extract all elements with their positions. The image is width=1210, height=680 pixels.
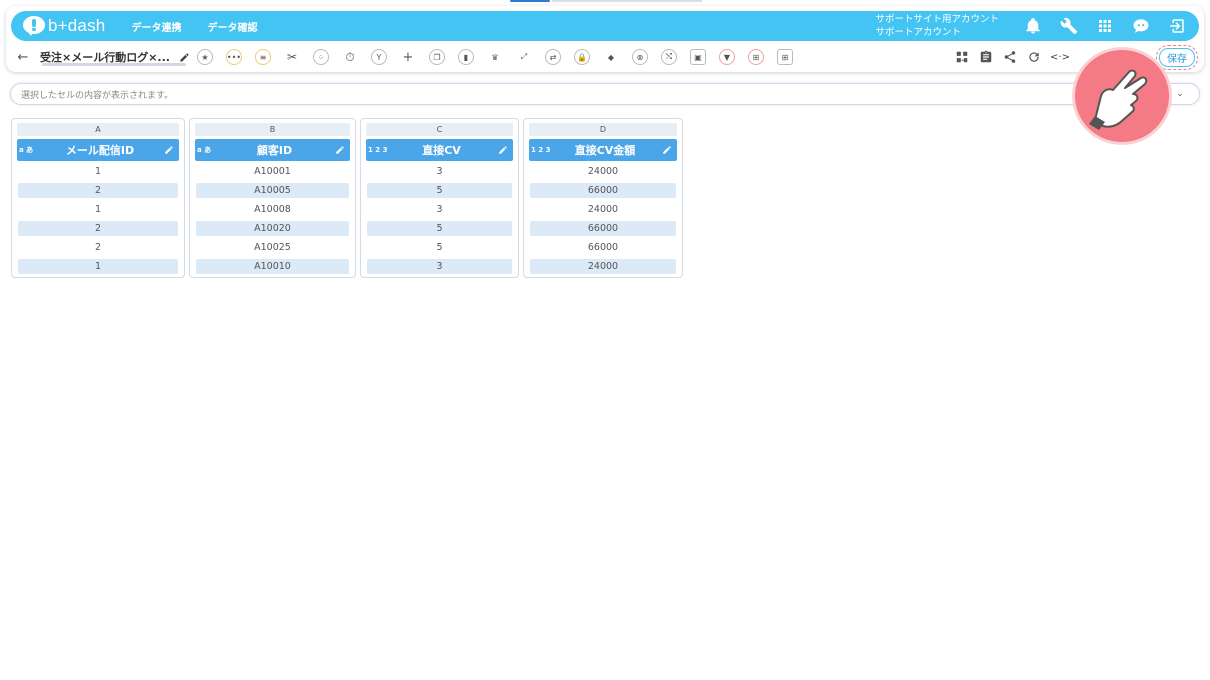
title-underline xyxy=(42,63,186,66)
bell-icon[interactable] xyxy=(1019,14,1047,38)
account-info[interactable]: サポートサイト用アカウント サポートアカウント xyxy=(875,13,999,39)
refresh-icon[interactable] xyxy=(1026,49,1042,65)
more-icon[interactable]: ••• xyxy=(226,49,242,65)
delete-icon[interactable]: ▮ xyxy=(458,49,474,65)
merge-icon[interactable]: ⁘ xyxy=(313,49,329,65)
back-button[interactable]: ← xyxy=(12,50,34,65)
table-cell[interactable]: A10005 xyxy=(196,183,349,198)
column-name: 直接CV xyxy=(422,144,461,157)
column-header[interactable]: 1 2 3 直接CV xyxy=(366,139,513,161)
column-header[interactable]: a あ 顧客ID xyxy=(195,139,350,161)
table-cell[interactable]: 3 xyxy=(367,259,512,274)
account-line-2: サポートアカウント xyxy=(875,27,961,38)
column-card-b[interactable]: B a あ 顧客ID A10001 A10005 A10008 A10020 A… xyxy=(189,118,356,278)
account-line-1: サポートサイト用アカウント xyxy=(875,14,999,25)
column-letter[interactable]: D xyxy=(529,123,677,136)
code-icon[interactable]: <·> xyxy=(1050,49,1070,65)
table-cell[interactable]: A10001 xyxy=(196,164,349,179)
scissors-icon[interactable]: ✂ xyxy=(284,49,300,65)
pivot-icon[interactable]: ⊞ xyxy=(748,49,764,65)
column-name: 顧客ID xyxy=(256,144,293,157)
chevron-down-icon[interactable]: ⌄ xyxy=(1173,89,1187,99)
edit-column-icon[interactable] xyxy=(495,145,511,155)
text-type-icon: a あ xyxy=(197,146,212,154)
share-icon[interactable] xyxy=(1002,49,1018,65)
table-cell[interactable]: 2 xyxy=(18,221,178,236)
edit-column-icon[interactable] xyxy=(161,145,177,155)
table-cell[interactable]: 1 xyxy=(18,164,178,179)
filter-lines-icon[interactable]: ≡ xyxy=(255,49,271,65)
edit-column-icon[interactable] xyxy=(659,145,675,155)
table-cell[interactable]: 1 xyxy=(18,259,178,274)
logout-icon[interactable] xyxy=(1163,14,1191,38)
crown-icon[interactable]: ♛ xyxy=(487,49,503,65)
number-type-icon: 1 2 3 xyxy=(531,146,551,154)
table-cell[interactable]: 3 xyxy=(367,164,512,179)
star-icon[interactable]: ★ xyxy=(197,49,213,65)
column-name: 直接CV金額 xyxy=(574,144,636,157)
table-cell[interactable]: 3 xyxy=(367,202,512,217)
table-cell[interactable]: 1 xyxy=(18,202,178,217)
copy-icon[interactable]: ❐ xyxy=(429,49,445,65)
column-card-a[interactable]: A a あ メール配信ID 1 2 1 2 2 1 xyxy=(11,118,185,278)
chat-icon[interactable] xyxy=(1127,14,1155,38)
table-cell[interactable]: 2 xyxy=(18,183,178,198)
column-header[interactable]: 1 2 3 直接CV金額 xyxy=(529,139,677,161)
number-type-icon: 1 2 3 xyxy=(368,146,388,154)
apps-grid-icon[interactable] xyxy=(1091,14,1119,38)
add-icon[interactable]: + xyxy=(400,49,416,65)
nav-data-check[interactable]: データ確認 xyxy=(207,19,257,34)
table-cell[interactable]: A10008 xyxy=(196,202,349,217)
cube-icon[interactable]: ◆ xyxy=(603,49,619,65)
table-cell[interactable]: 66000 xyxy=(530,183,676,198)
column-header[interactable]: a あ メール配信ID xyxy=(17,139,179,161)
table-cell[interactable]: 66000 xyxy=(530,221,676,236)
brand-logo[interactable]: b+dash xyxy=(23,16,105,36)
table-icon[interactable]: ⊞ xyxy=(777,49,793,65)
expand-icon[interactable]: ⤢ xyxy=(516,49,532,65)
column-card-c[interactable]: C 1 2 3 直接CV 3 5 3 5 5 3 xyxy=(360,118,519,278)
table-cell[interactable]: A10010 xyxy=(196,259,349,274)
logo-icon xyxy=(23,16,45,36)
editor-toolbar: ← 受注×メール行動ログ×... ★ ••• ≡ ✂ ⁘ ⏱ Y + ❐ ▮ ♛… xyxy=(12,44,1200,70)
frame-icon[interactable]: ▣ xyxy=(690,49,706,65)
window-indicator-track xyxy=(552,0,702,2)
column-letter[interactable]: B xyxy=(195,123,350,136)
table-cell[interactable]: 5 xyxy=(367,240,512,255)
table-cell[interactable]: 5 xyxy=(367,183,512,198)
pointing-hand-icon xyxy=(1075,50,1169,142)
table-cell[interactable]: 5 xyxy=(367,221,512,236)
branch-icon[interactable]: Y xyxy=(371,49,387,65)
column-card-d[interactable]: D 1 2 3 直接CV金額 24000 66000 24000 66000 6… xyxy=(523,118,683,278)
top-navbar: b+dash データ連携 データ確認 サポートサイト用アカウント サポートアカウ… xyxy=(11,11,1199,41)
nav-data-integration[interactable]: データ連携 xyxy=(131,19,181,34)
table-cell[interactable]: 24000 xyxy=(530,164,676,179)
table-cell[interactable]: A10020 xyxy=(196,221,349,236)
formula-bar-placeholder: 選択したセルの内容が表示されます。 xyxy=(21,90,174,101)
timer-icon[interactable]: ⏱ xyxy=(342,49,358,65)
column-letter[interactable]: C xyxy=(366,123,513,136)
brand-name: b+dash xyxy=(48,16,106,35)
table-cell[interactable]: 2 xyxy=(18,240,178,255)
table-cell[interactable]: 66000 xyxy=(530,240,676,255)
table-cell[interactable]: 24000 xyxy=(530,202,676,217)
edit-column-icon[interactable] xyxy=(332,145,348,155)
lock-icon[interactable]: 🔒 xyxy=(574,49,590,65)
clipboard-icon[interactable] xyxy=(978,49,994,65)
wrench-icon[interactable] xyxy=(1055,14,1083,38)
shuffle-icon[interactable]: ⤭ xyxy=(661,49,677,65)
text-type-icon: a あ xyxy=(19,146,34,154)
column-name: メール配信ID xyxy=(65,144,135,157)
window-indicator xyxy=(510,0,550,2)
column-letter[interactable]: A xyxy=(17,123,179,136)
formula-bar[interactable]: 選択したセルの内容が表示されます。 ⌄ xyxy=(10,83,1200,105)
flow-icon[interactable] xyxy=(954,49,970,65)
table-cell[interactable]: A10025 xyxy=(196,240,349,255)
funnel-icon[interactable]: ▼ xyxy=(719,49,735,65)
cancel-icon[interactable]: ⊗ xyxy=(632,49,648,65)
swap-icon[interactable]: ⇄ xyxy=(545,49,561,65)
table-cell[interactable]: 24000 xyxy=(530,259,676,274)
